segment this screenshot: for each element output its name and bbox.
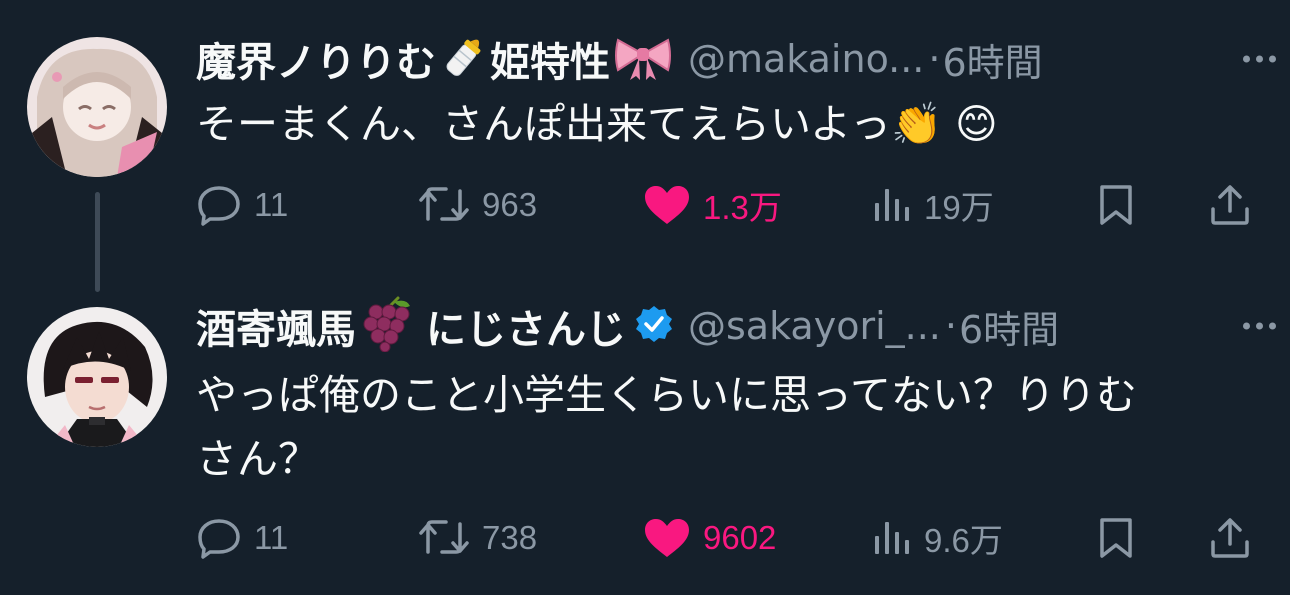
bookmark-button[interactable]	[1096, 513, 1136, 563]
share-button[interactable]	[1208, 180, 1252, 230]
retweet-icon	[419, 187, 469, 221]
more-options-icon[interactable]	[1243, 55, 1276, 63]
views-icon	[875, 189, 909, 221]
heart-icon	[645, 519, 689, 557]
verified-badge-icon	[634, 304, 674, 348]
reply-icon	[198, 186, 240, 226]
share-button[interactable]	[1208, 513, 1252, 563]
bookmark-icon	[1100, 518, 1132, 558]
reply-button[interactable]: 11	[196, 180, 288, 230]
grapes-icon	[358, 296, 418, 356]
retweet-button[interactable]: 738	[418, 513, 537, 563]
timestamp[interactable]: 6時間	[959, 299, 1059, 354]
heart-icon	[645, 186, 689, 224]
action-bar: 11 963 1.3万 19万	[196, 180, 1260, 230]
reply-count: 11	[254, 186, 289, 223]
separator-dot: ·	[928, 37, 941, 81]
reply-button[interactable]: 11	[196, 513, 288, 563]
timestamp[interactable]: 6時間	[942, 32, 1042, 87]
avatar[interactable]	[27, 37, 167, 177]
tweet-text: そーまくん、さんぽ出来てえらいよっ👏 😊	[196, 100, 998, 148]
share-icon	[1211, 518, 1249, 558]
avatar[interactable]	[27, 307, 167, 447]
separator-dot: ·	[944, 304, 957, 348]
retweet-button[interactable]: 963	[418, 180, 537, 230]
like-count: 9602	[703, 519, 777, 556]
baby-bottle-icon	[442, 33, 486, 85]
bookmark-button[interactable]	[1096, 180, 1136, 230]
bookmark-icon	[1100, 185, 1132, 225]
like-button[interactable]: 1.3万	[643, 180, 782, 230]
tweet-header: 酒寄颯馬 にじさんじ @sakayori_... · 6時間	[196, 296, 1276, 354]
views-count: 19万	[924, 189, 994, 226]
ribbon-icon	[612, 34, 674, 84]
like-button[interactable]: 9602	[643, 513, 776, 563]
display-name[interactable]: 酒寄颯馬	[196, 297, 356, 355]
reply-icon	[198, 519, 240, 559]
retweet-icon	[419, 520, 469, 554]
views-button[interactable]: 19万	[872, 180, 994, 230]
tweet-header: 魔界ノりりむ 姫特性 @makaino... · 6時間	[196, 32, 1276, 87]
views-icon	[875, 522, 909, 554]
tweet-text-line-1: やっぱ俺のこと小学生くらいに思ってない？りりむ	[196, 371, 1137, 419]
action-bar: 11 738 9602 9.6万	[196, 513, 1260, 563]
tweet-text-line-2: さん？	[196, 435, 319, 483]
handle[interactable]: @makaino...	[688, 37, 924, 81]
handle[interactable]: @sakayori_...	[688, 304, 941, 348]
retweet-count: 738	[482, 519, 538, 556]
like-count: 1.3万	[703, 189, 782, 226]
reply-count: 11	[254, 519, 289, 556]
retweet-count: 963	[482, 186, 538, 223]
display-name-suffix[interactable]: 姫特性	[490, 30, 610, 88]
views-button[interactable]: 9.6万	[872, 513, 1003, 563]
views-count: 9.6万	[924, 522, 1003, 559]
tweet-text: やっぱ俺のこと小学生くらいに思ってない？りりむ さん？	[196, 365, 1256, 489]
display-name[interactable]: 魔界ノりりむ	[196, 30, 436, 88]
thread-line	[95, 192, 100, 292]
more-options-icon[interactable]	[1243, 322, 1276, 330]
share-icon	[1211, 185, 1249, 225]
display-name-suffix[interactable]: にじさんじ	[426, 297, 626, 355]
